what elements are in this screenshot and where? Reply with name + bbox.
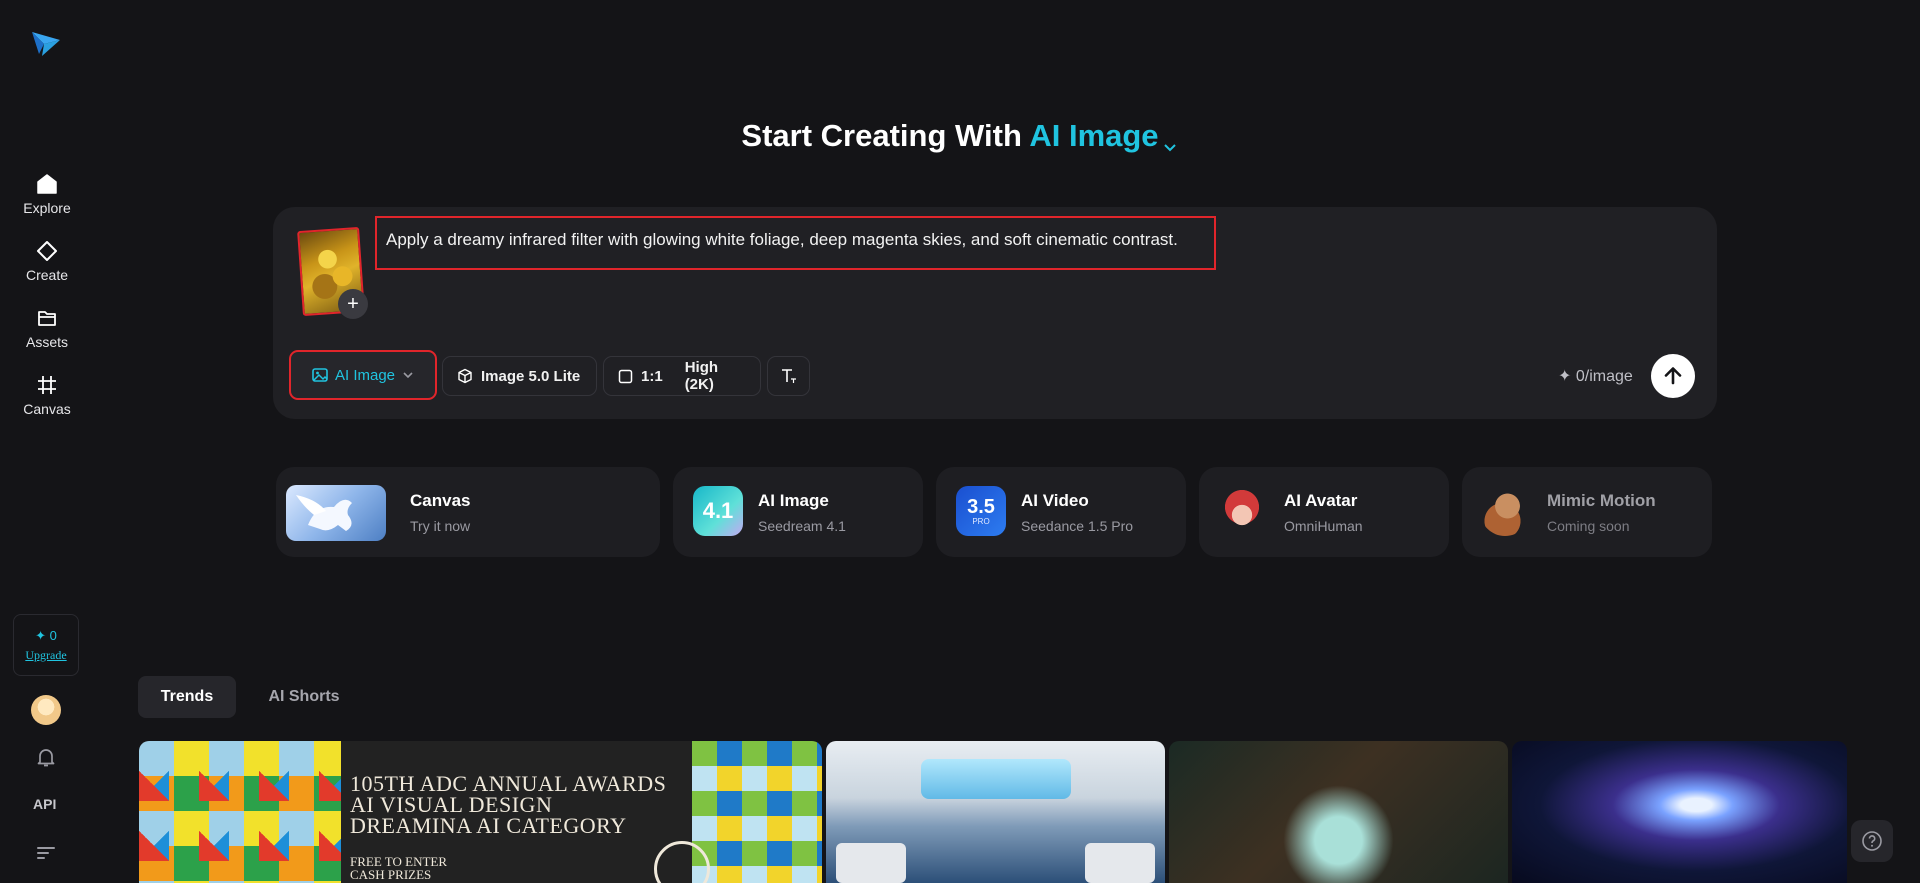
gallery-item-glowing-flower[interactable] [1169,741,1508,883]
logo[interactable] [30,28,62,60]
chevron-down-icon [403,372,413,379]
diamond-icon [33,237,61,265]
arrow-up-icon [1664,367,1682,385]
sidebar-item-label: Assets [25,334,68,350]
text-style-button[interactable] [767,356,810,396]
upgrade-link[interactable]: Upgrade [25,648,66,663]
sidebar-item-canvas[interactable]: Canvas [0,371,94,417]
sidebar-item-create[interactable]: Create [0,237,94,283]
feature-title: AI Video [1021,491,1089,510]
banner-title: 105TH ADC ANNUAL AWARDS AI VISUAL DESIGN… [350,771,667,838]
credit-count: ✦ 0 [35,627,57,643]
mode-switcher[interactable]: AI Image [1029,118,1178,153]
add-image-button[interactable]: + [338,289,368,319]
sidebar-item-label: Explore [23,200,71,216]
model-label: Image 5.0 Lite [481,367,581,385]
mosaic-artwork [692,741,822,883]
mode-label: AI Image [335,366,396,384]
cost-per-image: ✦ 0/image [1558,368,1633,385]
motion-figure-thumbnail [1480,486,1530,536]
frame-icon [33,371,61,399]
feature-subtitle: Try it now [410,518,471,534]
page-title: Start Creating With AI Image [0,118,1920,154]
api-link[interactable]: API [33,796,56,812]
mode-dropdown[interactable]: AI Image [289,350,437,400]
avatar-character-thumbnail [1217,486,1267,536]
gallery-item-galaxy[interactable] [1512,741,1847,883]
sidebar-item-label: Canvas [23,401,71,417]
title-prefix: Start Creating With [741,118,1022,153]
feature-card-ai-avatar[interactable]: AI Avatar OmniHuman [1199,467,1449,557]
quality-label: High (2K) [684,359,719,393]
cube-icon [458,368,472,384]
sidebar-item-label: Create [25,267,69,283]
bell-icon[interactable] [34,745,58,769]
menu-icon[interactable] [36,845,56,861]
mosaic-artwork [139,741,341,883]
feature-subtitle: OmniHuman [1284,518,1363,534]
generate-button[interactable] [1651,354,1695,398]
mode-switcher-label: AI Image [1029,118,1159,153]
model-selector[interactable]: Image 5.0 Lite [442,356,597,396]
gallery-item-spaceship-interior[interactable] [826,741,1165,883]
folder-icon [33,304,61,332]
feature-card-mimic-motion: Mimic Motion Coming soon [1462,467,1712,557]
prompt-input[interactable]: Apply a dreamy infrared filter with glow… [375,216,1216,270]
pegasus-thumbnail [286,485,386,541]
robot-arm [836,843,906,883]
feature-card-ai-video[interactable]: 3.5 PRO AI Video Seedance 1.5 Pro [936,467,1186,557]
image-icon [312,368,328,382]
feature-title: Canvas [410,491,471,510]
feature-subtitle: Coming soon [1547,518,1630,534]
avatar[interactable] [31,695,61,725]
banner-subtitle: FREE TO ENTER CASH PRIZES [350,854,448,882]
feature-subtitle: Seedance 1.5 Pro [1021,518,1134,534]
feature-title: AI Avatar [1284,491,1358,510]
sidebar-item-explore[interactable]: Explore [0,170,94,216]
square-icon [618,369,633,383]
seedance-badge-icon: 3.5 PRO [956,486,1006,536]
gallery-item-awards-banner[interactable]: 105TH ADC ANNUAL AWARDS AI VISUAL DESIGN… [139,741,822,883]
chevron-down-icon [1161,129,1179,152]
help-button[interactable] [1851,820,1893,862]
question-icon [1862,831,1882,851]
credits-box: ✦ 0 Upgrade [13,614,79,676]
sidebar-item-assets[interactable]: Assets [0,304,94,350]
feature-card-canvas[interactable]: Canvas Try it now [276,467,660,557]
tab-trends[interactable]: Trends [138,676,236,718]
tab-ai-shorts[interactable]: AI Shorts [250,676,358,718]
feature-title: AI Image [758,491,829,510]
seedream-badge-icon: 4.1 [693,486,743,536]
ratio-quality-selector[interactable]: 1:1 High (2K) [603,356,761,396]
robot-arm [1085,843,1155,883]
feature-subtitle: Seedream 4.1 [758,518,846,534]
hologram-screen [921,759,1071,799]
feature-card-ai-image[interactable]: 4.1 AI Image Seedream 4.1 [673,467,923,557]
home-icon [33,170,61,198]
text-icon [781,369,796,383]
feature-title: Mimic Motion [1547,491,1656,510]
ratio-label: 1:1 [641,367,663,385]
